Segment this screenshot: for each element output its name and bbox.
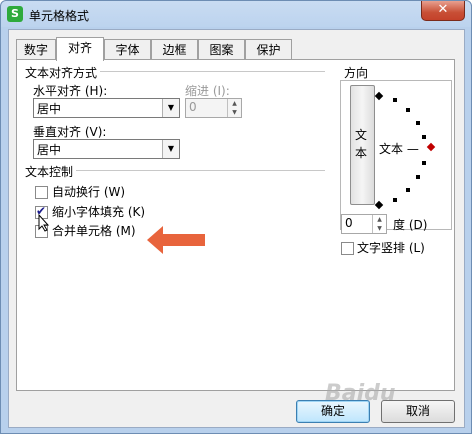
vertical-align-label: 垂直对齐 (V): xyxy=(33,125,107,139)
dial-dot xyxy=(416,121,420,125)
indent-spinner[interactable]: 0 ▲ ▼ xyxy=(185,98,242,118)
tab-number[interactable]: 数字 xyxy=(16,39,56,60)
dial-dot xyxy=(393,198,397,202)
degrees-label: 度 (D) xyxy=(393,218,428,232)
degrees-spinner[interactable]: 0 ▲ ▼ xyxy=(341,214,387,234)
degrees-value: 0 xyxy=(345,216,353,230)
spin-down-icon[interactable]: ▼ xyxy=(373,224,386,233)
shrink-to-fit-label: 缩小字体填充 (K) xyxy=(52,205,146,219)
dialog-client-area: 数字 对齐 字体 边框 图案 保护 文本对齐方式 水平对齐 (H): 居中 ▼ … xyxy=(8,29,465,428)
indent-label: 缩进 (I): xyxy=(185,84,230,98)
vertical-stack-label: 文字竖排 (L) xyxy=(357,241,425,255)
tab-protection[interactable]: 保护 xyxy=(245,39,292,60)
spinner-buttons[interactable]: ▲ ▼ xyxy=(372,215,386,233)
spin-up-icon[interactable]: ▲ xyxy=(228,99,241,108)
dial-dot xyxy=(422,161,426,165)
dial-dot xyxy=(406,188,410,192)
wrap-text-checkbox[interactable] xyxy=(35,186,48,199)
vertical-align-value: 居中 xyxy=(37,143,62,157)
horizontal-align-select[interactable]: 居中 ▼ xyxy=(33,98,180,118)
close-button[interactable]: ✕ xyxy=(421,1,465,21)
indent-value: 0 xyxy=(189,100,197,114)
tab-font[interactable]: 字体 xyxy=(104,39,151,60)
tab-border[interactable]: 边框 xyxy=(151,39,198,60)
merge-cells-label: 合并单元格 (M) xyxy=(52,224,136,238)
horizontal-align-label: 水平对齐 (H): xyxy=(33,84,108,98)
dial-dot xyxy=(416,175,420,179)
dialog-title: 单元格格式 xyxy=(29,9,90,23)
horizontal-align-value: 居中 xyxy=(37,102,62,116)
orientation-group-label: 方向 xyxy=(344,64,372,81)
spin-up-icon[interactable]: ▲ xyxy=(373,215,386,224)
dial-dot xyxy=(393,98,397,102)
title-bar: S 单元格格式 ✕ xyxy=(1,1,471,27)
spin-down-icon[interactable]: ▼ xyxy=(228,108,241,117)
annotation-arrow-icon xyxy=(147,226,205,254)
vertical-text-button[interactable]: 文本 xyxy=(350,85,375,205)
dial-text: 文本 — xyxy=(379,142,419,156)
dial-dot xyxy=(422,135,426,139)
format-cells-dialog: S 单元格格式 ✕ 数字 对齐 字体 边框 图案 保护 文本对齐方式 水平对齐 … xyxy=(0,0,472,434)
dial-dot xyxy=(406,108,410,112)
text-alignment-group-label: 文本对齐方式 xyxy=(25,64,101,81)
tab-alignment[interactable]: 对齐 xyxy=(56,37,104,61)
chevron-down-icon[interactable]: ▼ xyxy=(162,140,179,158)
wps-app-icon: S xyxy=(7,6,23,22)
chevron-down-icon[interactable]: ▼ xyxy=(162,99,179,117)
mouse-cursor-icon xyxy=(38,214,50,232)
watermark: Baidu xyxy=(325,381,396,406)
vertical-text-label: 文本 xyxy=(355,128,368,160)
vertical-stack-checkbox[interactable] xyxy=(341,242,354,255)
vertical-align-select[interactable]: 居中 ▼ xyxy=(33,139,180,159)
wrap-text-label: 自动换行 (W) xyxy=(52,185,126,199)
spinner-buttons[interactable]: ▲ ▼ xyxy=(227,99,241,117)
tab-pattern[interactable]: 图案 xyxy=(198,39,245,60)
text-control-group-label: 文本控制 xyxy=(25,163,77,180)
